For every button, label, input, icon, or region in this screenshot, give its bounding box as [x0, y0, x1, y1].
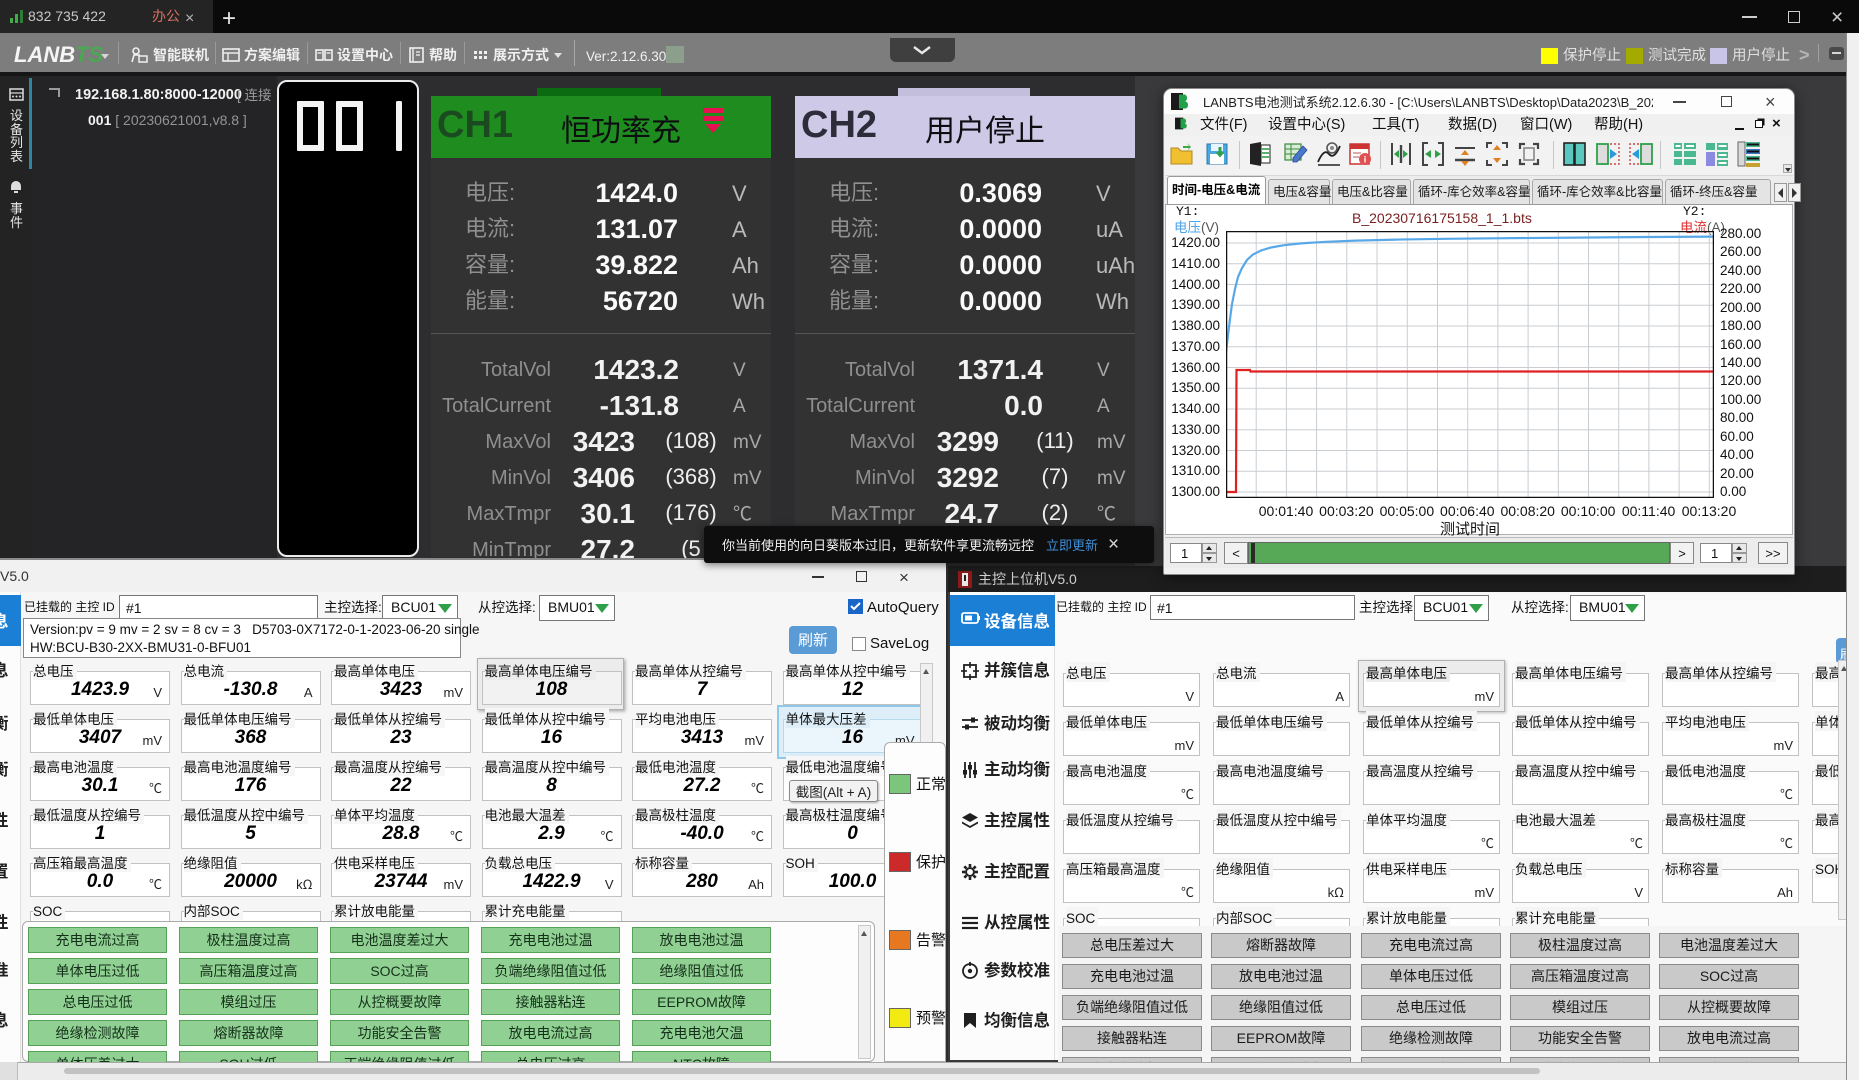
svg-text:i: i [1364, 153, 1367, 166]
